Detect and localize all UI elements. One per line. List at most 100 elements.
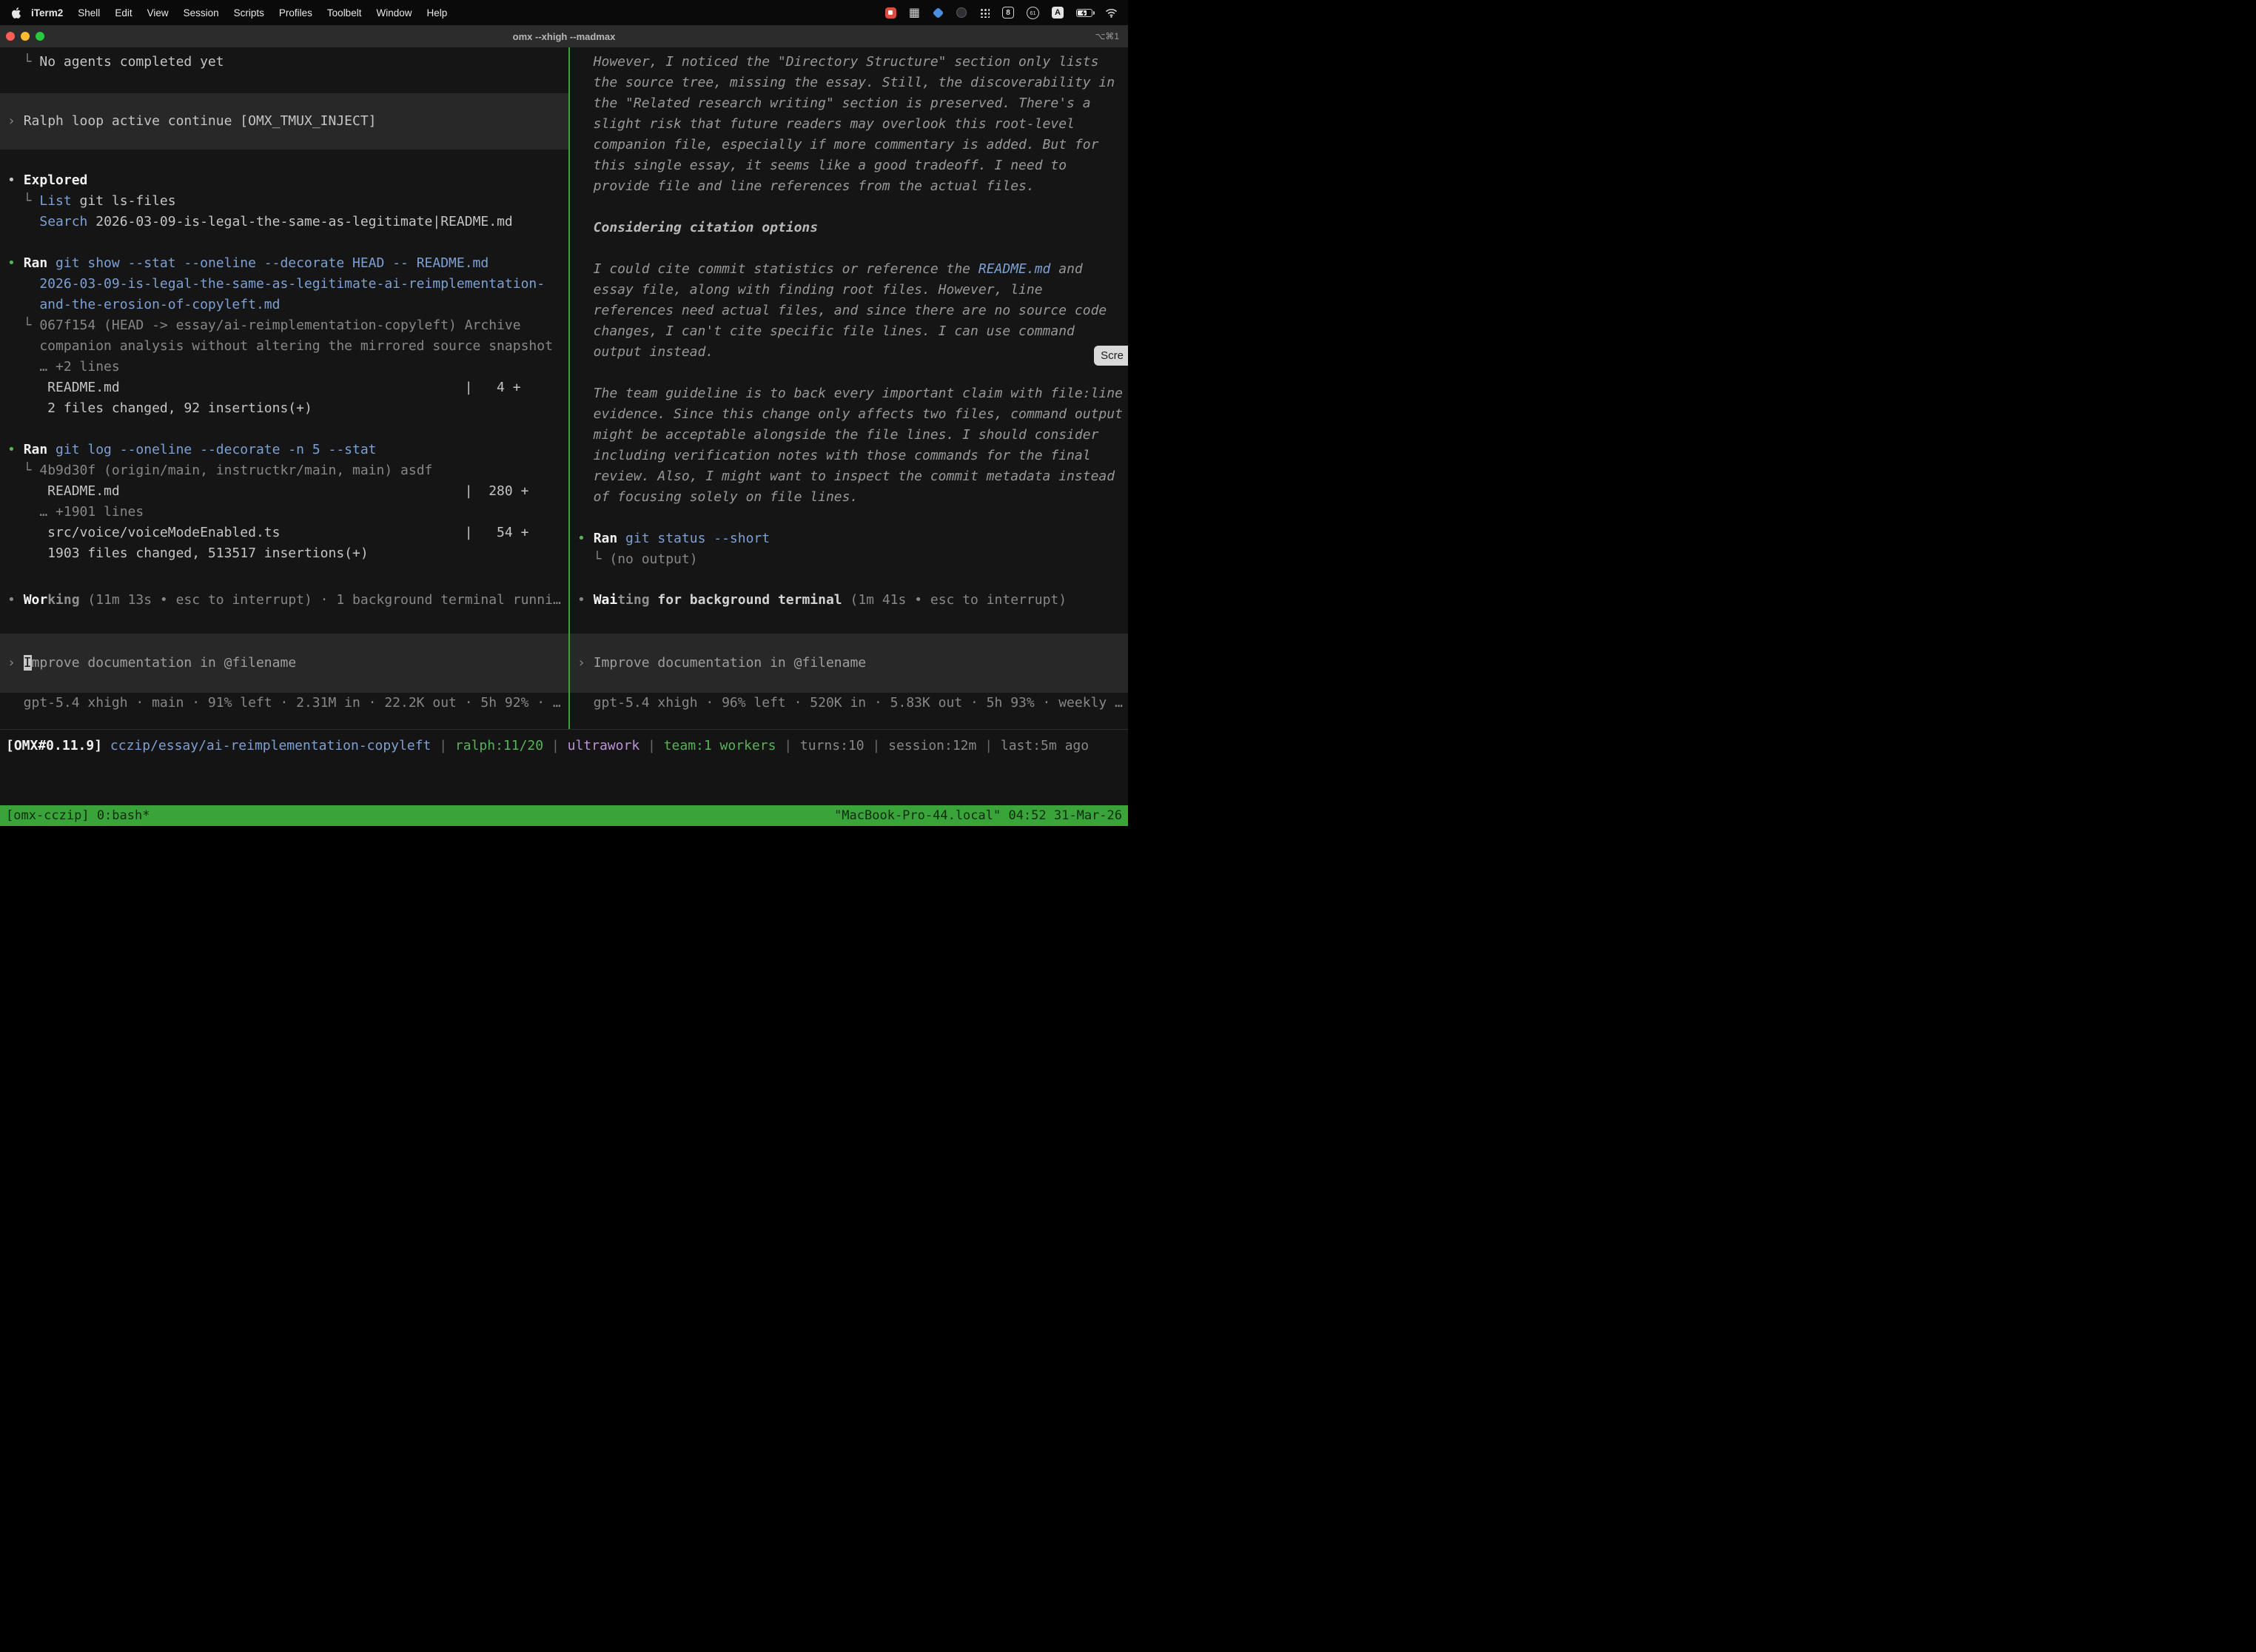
terminal-line xyxy=(0,232,568,253)
terminal-line xyxy=(0,419,568,440)
terminal-line: the source tree, missing the essay. Stil… xyxy=(570,73,1128,93)
dots-grid-icon[interactable] xyxy=(979,7,990,18)
menu-scripts[interactable]: Scripts xyxy=(226,7,272,19)
menubar-status-icons: ▦ 8 61 A xyxy=(885,7,1118,19)
left-pane-content: └ No agents completed yet › Ralph loop a… xyxy=(0,52,568,564)
terminal-line: review. Also, I might want to inspect th… xyxy=(570,466,1128,487)
apple-menu-icon[interactable] xyxy=(12,7,21,19)
terminal-line: this single essay, it seems like a good … xyxy=(570,155,1128,176)
terminal-area: └ No agents completed yet › Ralph loop a… xyxy=(0,47,1128,729)
terminal-line: might be acceptable alongside the file l… xyxy=(570,425,1128,446)
menubar-menus: iTerm2ShellEditViewSessionScriptsProfile… xyxy=(24,7,454,19)
terminal-line: slight risk that future readers may over… xyxy=(570,114,1128,135)
terminal-line: gpt-5.4 xhigh · main · 91% left · 2.31M … xyxy=(0,693,568,713)
terminal-line: › Improve documentation in @filename xyxy=(570,653,1128,674)
terminal-line xyxy=(570,363,1128,383)
right-pane[interactable]: However, I noticed the "Directory Struct… xyxy=(570,47,1128,729)
left-model-status: gpt-5.4 xhigh · main · 91% left · 2.31M … xyxy=(0,693,568,713)
terminal-line: of focusing solely on file lines. xyxy=(570,487,1128,508)
key-8-icon[interactable]: 8 xyxy=(1002,7,1014,19)
keyboard-icon[interactable]: ▦ xyxy=(909,7,920,19)
right-pane-bottom: • Waiting for background terminal (1m 41… xyxy=(570,590,1128,729)
terminal-line: src/voice/voiceModeEnabled.ts | 54 + xyxy=(0,523,568,543)
left-working-line: • Working (11m 13s • esc to interrupt) ·… xyxy=(0,590,568,611)
terminal-line: README.md | 280 + xyxy=(0,481,568,502)
menu-iterm2[interactable]: iTerm2 xyxy=(24,7,70,19)
right-working-line: • Waiting for background terminal (1m 41… xyxy=(570,590,1128,611)
terminal-line: Considering citation options xyxy=(570,218,1128,238)
terminal-line: essay file, along with finding root file… xyxy=(570,280,1128,300)
ralph-loop-banner: › Ralph loop active continue [OMX_TMUX_I… xyxy=(0,93,568,150)
terminal-line: The team guideline is to back every impo… xyxy=(570,383,1128,404)
terminal-line: └ No agents completed yet xyxy=(0,52,568,73)
input-source-icon[interactable]: A xyxy=(1052,7,1064,19)
tmux-session-info: [omx-cczip] 0:bash* xyxy=(6,805,150,826)
left-input-line: › Improve documentation in @filename xyxy=(0,653,568,674)
terminal-line xyxy=(570,508,1128,528)
terminal-line: • Explored xyxy=(0,170,568,191)
omx-status-line: [OMX#0.11.9] cczip/essay/ai-reimplementa… xyxy=(0,736,1128,756)
menu-profiles[interactable]: Profiles xyxy=(272,7,320,19)
terminal-line: and-the-erosion-of-copyleft.md xyxy=(0,295,568,315)
terminal-line: 2 files changed, 92 insertions(+) xyxy=(0,398,568,419)
window-title: omx --xhigh --madmax xyxy=(0,31,1128,42)
terminal-line: companion file, especially if more comme… xyxy=(570,135,1128,155)
terminal-line: └ (no output) xyxy=(570,549,1128,570)
terminal-line: • Working (11m 13s • esc to interrupt) ·… xyxy=(0,590,568,611)
right-input-line: › Improve documentation in @filename xyxy=(570,653,1128,674)
app-circle-icon[interactable] xyxy=(956,7,967,18)
gauge-icon[interactable]: 61 xyxy=(1027,7,1039,19)
left-prompt-input[interactable]: › Improve documentation in @filename xyxy=(0,634,568,693)
terminal-line: references need actual files, and since … xyxy=(570,300,1128,321)
menu-edit[interactable]: Edit xyxy=(107,7,139,19)
terminal-line: 2026-03-09-is-legal-the-same-as-legitima… xyxy=(0,274,568,295)
tmux-host-time: "MacBook-Pro-44.local" 04:52 31-Mar-26 xyxy=(834,805,1122,826)
terminal-line: the "Related research writing" section i… xyxy=(570,93,1128,114)
right-model-status: gpt-5.4 xhigh · 96% left · 520K in · 5.8… xyxy=(570,693,1128,713)
menu-shell[interactable]: Shell xyxy=(70,7,107,19)
terminal-line: changes, I can't cite specific file line… xyxy=(570,321,1128,342)
menu-bar: iTerm2ShellEditViewSessionScriptsProfile… xyxy=(0,0,1128,25)
terminal-line: gpt-5.4 xhigh · 96% left · 520K in · 5.8… xyxy=(570,693,1128,713)
screen-edge-tooltip[interactable]: Scre xyxy=(1094,346,1128,366)
raycast-icon[interactable] xyxy=(933,7,944,19)
terminal-line xyxy=(0,150,568,170)
terminal-line: › Improve documentation in @filename xyxy=(0,653,568,674)
stop-recording-icon[interactable] xyxy=(885,7,896,19)
terminal-line: • Ran git log --oneline --decorate -n 5 … xyxy=(0,440,568,460)
right-pane-content: However, I noticed the "Directory Struct… xyxy=(570,52,1128,570)
window-shortcut: ⌥⌘1 xyxy=(1095,31,1119,41)
wifi-icon[interactable] xyxy=(1105,8,1118,18)
terminal-line: 1903 files changed, 513517 insertions(+) xyxy=(0,543,568,564)
terminal-line: I could cite commit statistics or refere… xyxy=(570,259,1128,280)
left-pane-bottom: • Working (11m 13s • esc to interrupt) ·… xyxy=(0,590,568,729)
terminal-line xyxy=(0,73,568,93)
terminal-line: • Ran git status --short xyxy=(570,528,1128,549)
terminal-line: … +1901 lines xyxy=(0,502,568,523)
terminal-line: └ 4b9d30f (origin/main, instructkr/main,… xyxy=(0,460,568,481)
menu-window[interactable]: Window xyxy=(369,7,419,19)
menu-view[interactable]: View xyxy=(140,7,176,19)
terminal-line: However, I noticed the "Directory Struct… xyxy=(570,52,1128,73)
menu-toolbelt[interactable]: Toolbelt xyxy=(320,7,369,19)
terminal-line: provide file and line references from th… xyxy=(570,176,1128,197)
terminal-line: including verification notes with those … xyxy=(570,446,1128,466)
omx-status-bar: [OMX#0.11.9] cczip/essay/ai-reimplementa… xyxy=(0,729,1128,805)
window-title-bar[interactable]: omx --xhigh --madmax ⌥⌘1 xyxy=(0,25,1128,47)
terminal-line: README.md | 4 + xyxy=(0,377,568,398)
menu-session[interactable]: Session xyxy=(176,7,226,19)
terminal-line: • Ran git show --stat --oneline --decora… xyxy=(0,253,568,274)
terminal-line: └ List git ls-files xyxy=(0,191,568,212)
terminal-line: [OMX#0.11.9] cczip/essay/ai-reimplementa… xyxy=(0,736,1128,756)
battery-icon[interactable] xyxy=(1076,9,1092,17)
left-pane[interactable]: └ No agents completed yet › Ralph loop a… xyxy=(0,47,568,729)
tmux-status-bar: [omx-cczip] 0:bash* "MacBook-Pro-44.loca… xyxy=(0,805,1128,826)
terminal-line: evidence. Since this change only affects… xyxy=(570,404,1128,425)
terminal-line: Search 2026-03-09-is-legal-the-same-as-l… xyxy=(0,212,568,232)
right-prompt-input[interactable]: › Improve documentation in @filename xyxy=(570,634,1128,693)
terminal-line: … +2 lines xyxy=(0,357,568,377)
terminal-line xyxy=(570,238,1128,259)
menu-help[interactable]: Help xyxy=(419,7,454,19)
screen: iTerm2ShellEditViewSessionScriptsProfile… xyxy=(0,0,1128,826)
terminal-line: output instead. xyxy=(570,342,1128,363)
